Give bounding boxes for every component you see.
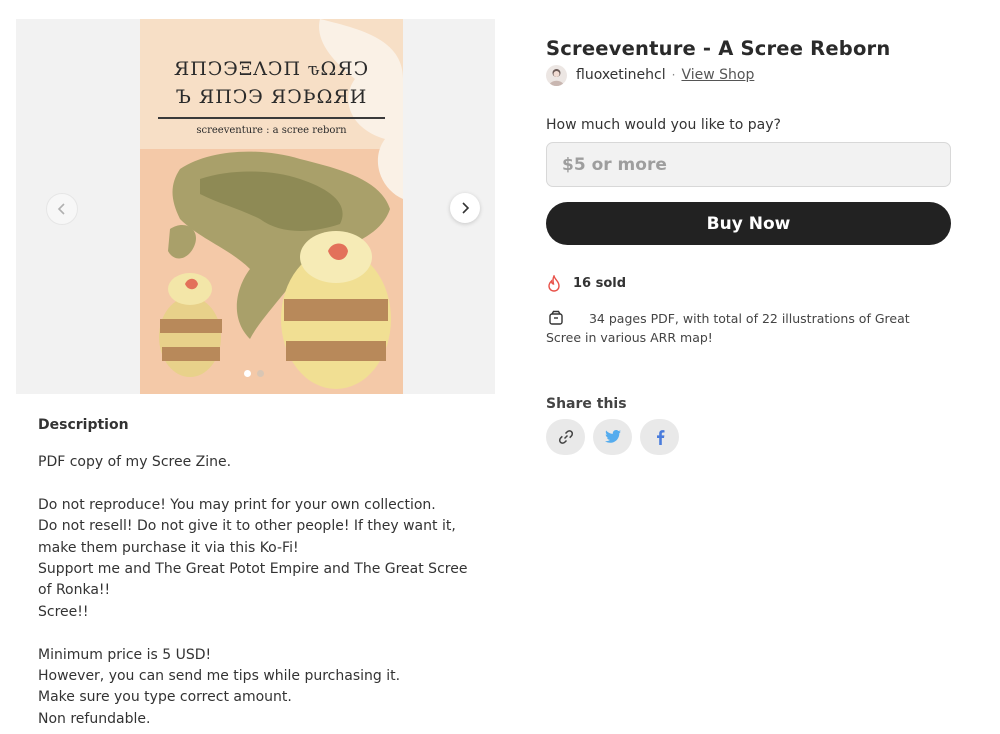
package-icon [549, 310, 563, 325]
sold-count: 16 sold [546, 275, 626, 292]
description-line: Do not resell! Do not give it to other p… [38, 518, 456, 556]
separator: · [671, 68, 676, 82]
description-line: Support me and The Great Potot Empire an… [38, 561, 468, 599]
twitter-icon [604, 430, 621, 443]
gallery-dot[interactable] [244, 370, 251, 377]
product-info-text: 34 pages PDF, with total of 22 illustrat… [546, 311, 910, 345]
flame-icon [548, 275, 560, 292]
sold-text: 16 sold [573, 276, 627, 291]
creator-row: fluoxetinehcl · View Shop [546, 63, 754, 87]
cover-divider [158, 117, 385, 119]
product-gallery: ЯΠϽЭΞΛϽΠ ԏΩЯϽ Ъ ЯΠϽЭ ЯϽϷΩЯИ screeventure… [16, 19, 495, 394]
cover-image: ЯΠϽЭΞΛϽΠ ԏΩЯϽ Ъ ЯΠϽЭ ЯϽϷΩЯИ screeventure… [140, 19, 403, 394]
pay-label: How much would you like to pay? [546, 117, 781, 133]
avatar[interactable] [546, 64, 567, 86]
product-info: 34 pages PDF, with total of 22 illustrat… [546, 309, 946, 347]
cover-subtitle: screeventure : a scree reborn [196, 125, 347, 136]
copy-link-button[interactable] [546, 419, 585, 455]
facebook-share-button[interactable] [640, 419, 679, 455]
facebook-icon [656, 430, 664, 445]
cover-title-line1: ЯΠϽЭΞΛϽΠ ԏΩЯϽ [173, 58, 370, 80]
avatar-icon [549, 68, 564, 86]
link-icon [558, 430, 573, 444]
description-line: Do not reproduce! You may print for your… [38, 496, 436, 513]
product-title: Screeventure - A Scree Reborn [546, 37, 891, 60]
description-heading: Description [38, 417, 129, 433]
creator-name[interactable]: fluoxetinehcl [576, 67, 666, 83]
cover-title: ЯΠϽЭΞΛϽΠ ԏΩЯϽ Ъ ЯΠϽЭ ЯϽϷΩЯИ [140, 55, 403, 111]
view-shop-link[interactable]: View Shop [681, 67, 754, 83]
gallery-next-button[interactable] [450, 193, 480, 223]
gallery-dot[interactable] [257, 370, 264, 377]
description-line: However, you can send me tips while purc… [38, 668, 401, 685]
chevron-right-icon [462, 202, 470, 214]
twitter-share-button[interactable] [593, 419, 632, 455]
gallery-dots [244, 370, 264, 377]
description-line: Scree!! [38, 603, 89, 620]
description-body: PDF copy of my Scree Zine. Do not reprod… [38, 452, 478, 730]
buy-now-button[interactable]: Buy Now [546, 202, 951, 245]
description-line: PDF copy of my Scree Zine. [38, 454, 232, 470]
description-line: Make sure you type correct amount. [38, 689, 292, 706]
share-label: Share this [546, 396, 627, 412]
cover-title-line2: Ъ ЯΠϽЭ ЯϽϷΩЯИ [175, 86, 368, 108]
description-line: Non refundable. [38, 710, 151, 727]
share-buttons [546, 419, 679, 455]
description-line: Minimum price is 5 USD! [38, 646, 212, 663]
gallery-prev-button[interactable] [46, 193, 78, 225]
chevron-left-icon [57, 203, 65, 215]
amount-input[interactable] [546, 142, 951, 187]
